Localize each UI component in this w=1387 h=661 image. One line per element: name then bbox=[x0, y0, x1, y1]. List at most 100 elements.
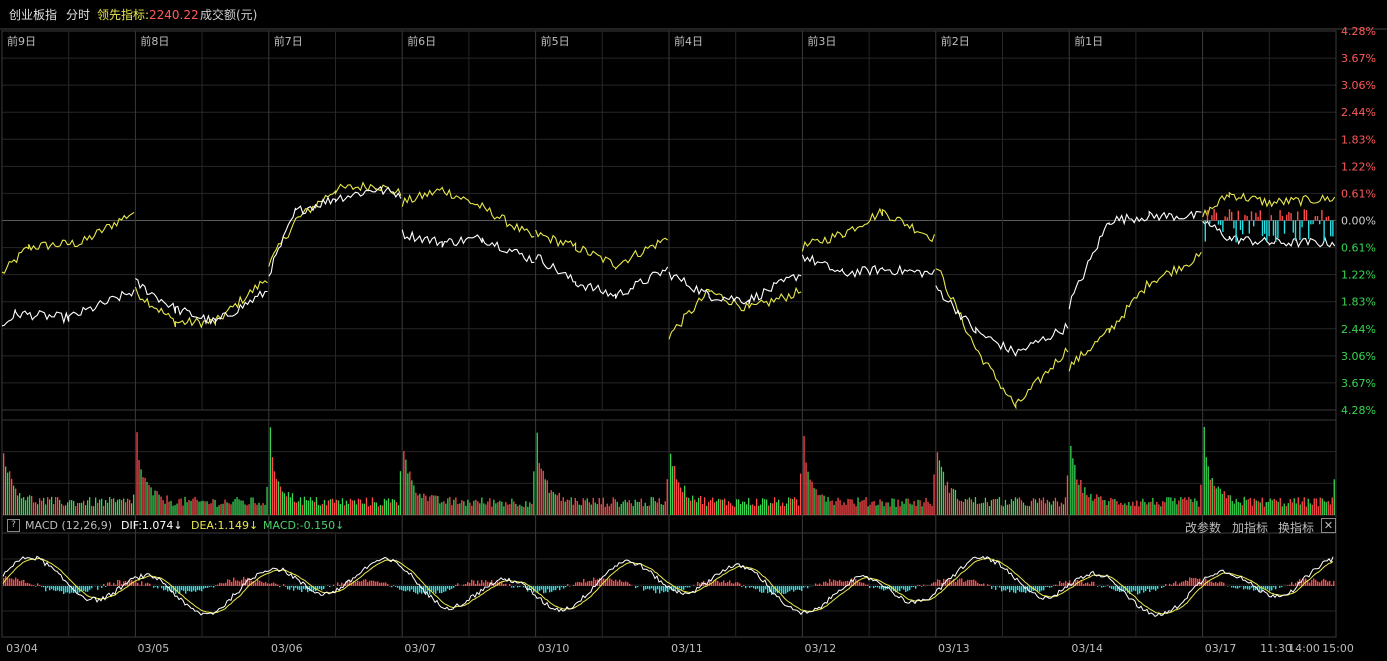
volume-bar bbox=[119, 499, 121, 515]
timeshare-mode-label[interactable]: 分时 bbox=[66, 8, 90, 22]
volume-bar bbox=[646, 505, 648, 515]
volume-bar bbox=[556, 495, 558, 515]
volume-bar bbox=[367, 506, 370, 515]
volume-bar bbox=[337, 500, 340, 515]
volume-bar bbox=[277, 481, 280, 515]
macd-histogram-bar bbox=[25, 583, 27, 586]
macd-histogram-bar bbox=[39, 585, 41, 586]
macd-histogram-bar bbox=[991, 586, 993, 589]
macd-histogram-bar bbox=[109, 582, 111, 586]
volume-bar bbox=[170, 500, 172, 515]
macd-histogram-bar bbox=[1113, 586, 1115, 590]
macd-histogram-bar bbox=[1007, 586, 1009, 590]
add-indicator-button[interactable]: 加指标 bbox=[1232, 519, 1268, 536]
macd-histogram-bar bbox=[1141, 586, 1143, 591]
chart-canvas: 前9日 前8日 前7日 前6日 前5日 前4日 前3日 前2日 前1日 4.28% 3.67% 3.0… bbox=[0, 25, 1387, 655]
day-label: 前3日 bbox=[807, 34, 836, 48]
volume-bar bbox=[1140, 501, 1142, 515]
volume-bar bbox=[57, 497, 59, 515]
macd-histogram-bar bbox=[625, 581, 627, 586]
macd-histogram-bar bbox=[387, 584, 389, 586]
axis-label: 3.67% bbox=[1341, 377, 1376, 390]
help-icon[interactable]: ? bbox=[7, 519, 20, 532]
volume-bar bbox=[954, 489, 957, 515]
volume-bar bbox=[1114, 498, 1116, 515]
macd-histogram-bar bbox=[203, 586, 205, 589]
volume-bar bbox=[39, 498, 41, 515]
volume-bar bbox=[1166, 497, 1168, 515]
volume-bar bbox=[1259, 502, 1261, 515]
volume-bar bbox=[1225, 498, 1227, 515]
macd-histogram-bar bbox=[381, 582, 383, 586]
switch-indicator-button[interactable]: 换指标 bbox=[1278, 519, 1314, 536]
index-name[interactable]: 创业板指 bbox=[9, 8, 57, 22]
macd-histogram-bar bbox=[909, 586, 911, 591]
macd-histogram-bar bbox=[821, 585, 823, 586]
down-arrow-icon: ↓ bbox=[335, 519, 345, 532]
macd-histogram-bar bbox=[697, 581, 699, 586]
close-icon[interactable]: ✕ bbox=[1321, 518, 1336, 533]
volume-bar bbox=[990, 500, 993, 515]
volume-bar bbox=[525, 501, 527, 515]
macd-histogram-bar bbox=[977, 582, 979, 586]
macd-histogram-bar bbox=[723, 580, 725, 586]
macd-histogram-bar bbox=[503, 583, 505, 586]
change-params-button[interactable]: 改参数 bbox=[1185, 519, 1221, 536]
volume-bar bbox=[1130, 505, 1132, 515]
macd-histogram-bar bbox=[1267, 586, 1269, 590]
volume-bar bbox=[264, 504, 266, 515]
volume-bar bbox=[662, 504, 664, 515]
volume-bar bbox=[548, 492, 550, 515]
intraday-bar bbox=[1332, 220, 1334, 237]
macd-histogram-bar bbox=[801, 586, 803, 592]
macd-histogram-bar bbox=[293, 586, 295, 591]
intraday-bar bbox=[1312, 220, 1314, 225]
volume-bar bbox=[109, 497, 111, 515]
volume-bar bbox=[1040, 500, 1043, 515]
volume-bar bbox=[544, 479, 546, 515]
axis-label: 0.61% bbox=[1341, 242, 1376, 255]
volume-bar bbox=[1172, 500, 1174, 515]
volume-bar bbox=[160, 496, 162, 515]
macd-histogram-bar bbox=[1061, 582, 1063, 586]
macd-histogram-bar bbox=[197, 586, 199, 591]
volume-bar bbox=[891, 498, 893, 515]
volume-bar bbox=[626, 502, 628, 515]
macd-histogram-bar bbox=[829, 579, 831, 586]
macd-histogram-bar bbox=[1151, 586, 1153, 590]
macd-histogram-bar bbox=[485, 580, 487, 586]
day-label: 前2日 bbox=[941, 34, 970, 48]
volume-bar bbox=[75, 506, 77, 515]
volume-bar bbox=[339, 504, 342, 515]
volume-bar bbox=[200, 501, 202, 515]
volume-bar bbox=[538, 463, 540, 515]
volume-bar bbox=[228, 503, 230, 515]
macd-histogram-bar bbox=[1223, 582, 1225, 586]
volume-bar bbox=[533, 471, 535, 515]
volume-bar bbox=[1008, 504, 1011, 515]
volume-bar bbox=[329, 499, 332, 515]
macd-histogram-bar bbox=[277, 584, 279, 586]
volume-bar bbox=[493, 499, 495, 515]
macd-histogram-bar bbox=[617, 581, 619, 586]
volume-bar bbox=[696, 502, 698, 515]
volume-bar bbox=[628, 500, 630, 515]
intraday-bar bbox=[1316, 215, 1319, 221]
volume-bar bbox=[897, 499, 899, 515]
intraday-bar bbox=[1277, 220, 1279, 238]
volume-bar bbox=[634, 499, 636, 515]
macd-histogram-bar bbox=[1041, 586, 1043, 591]
volume-bar bbox=[232, 501, 234, 515]
volume-bar bbox=[291, 493, 294, 515]
volume-bar bbox=[1287, 503, 1289, 515]
macd-histogram-bar bbox=[803, 586, 805, 588]
macd-histogram-bar bbox=[61, 586, 63, 592]
volume-bar bbox=[1036, 502, 1039, 515]
volume-bar bbox=[1307, 498, 1309, 515]
macd-histogram-bar bbox=[543, 586, 545, 594]
volume-bar bbox=[1317, 506, 1319, 515]
macd-histogram-bar bbox=[591, 580, 593, 586]
volume-bar bbox=[750, 505, 752, 515]
volume-bar bbox=[471, 505, 473, 515]
volume-bar bbox=[523, 506, 525, 515]
